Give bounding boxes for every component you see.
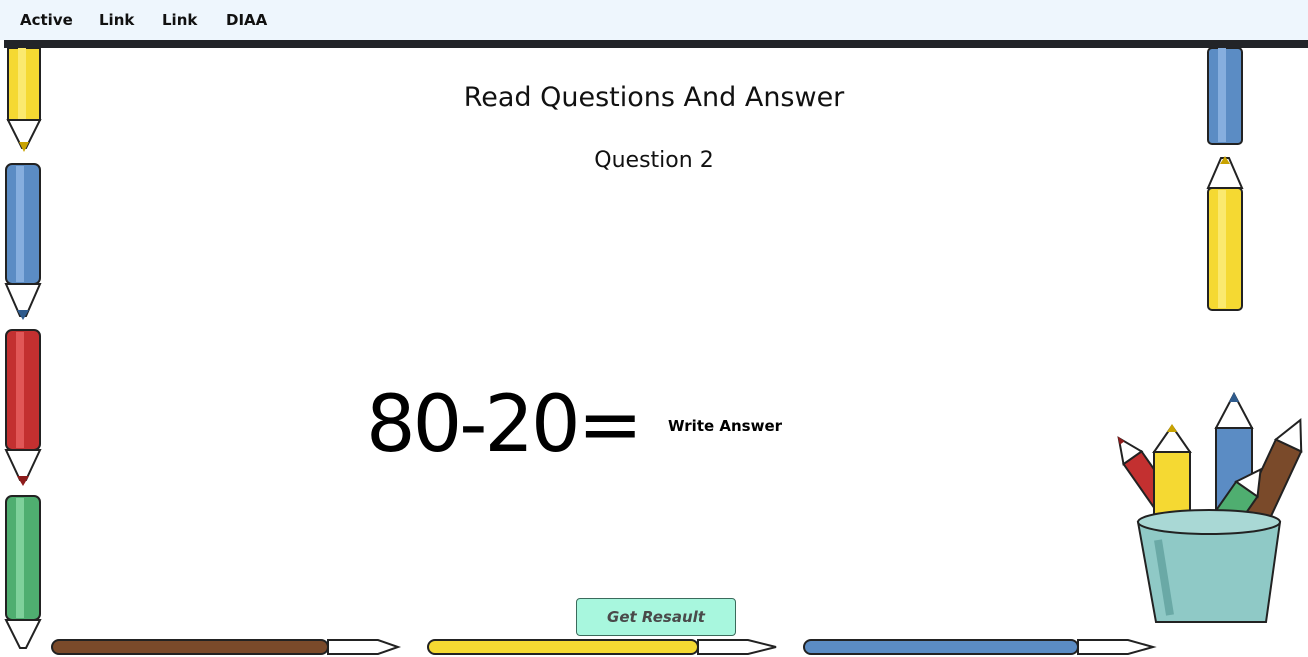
pencil-cup-icon [1117, 391, 1303, 623]
pencil-icon [803, 639, 1157, 655]
nav-link-diaa[interactable]: DIAA [226, 11, 267, 29]
page-title: Read Questions And Answer [463, 82, 845, 113]
pencil-icon [1206, 156, 1244, 311]
nav-link-1[interactable]: Link [99, 11, 134, 29]
pencil-icon [4, 495, 42, 649]
nav-link-active[interactable]: Active [20, 11, 73, 29]
pencil-icon [427, 639, 777, 655]
get-result-button[interactable]: Get Resault [576, 598, 736, 636]
top-navbar: Active Link Link DIAA [0, 0, 1308, 40]
bottom-pencil-border [51, 639, 1157, 655]
math-equation: 80-20= [366, 380, 643, 470]
nav-divider [4, 40, 1308, 48]
left-pencil-border [4, 48, 42, 649]
question-label: Question 2 [594, 148, 714, 173]
answer-input[interactable] [660, 410, 808, 442]
pencil-icon [4, 329, 42, 486]
pencil-icon [51, 639, 402, 655]
nav-link-2[interactable]: Link [162, 11, 197, 29]
pencil-icon [4, 163, 42, 320]
